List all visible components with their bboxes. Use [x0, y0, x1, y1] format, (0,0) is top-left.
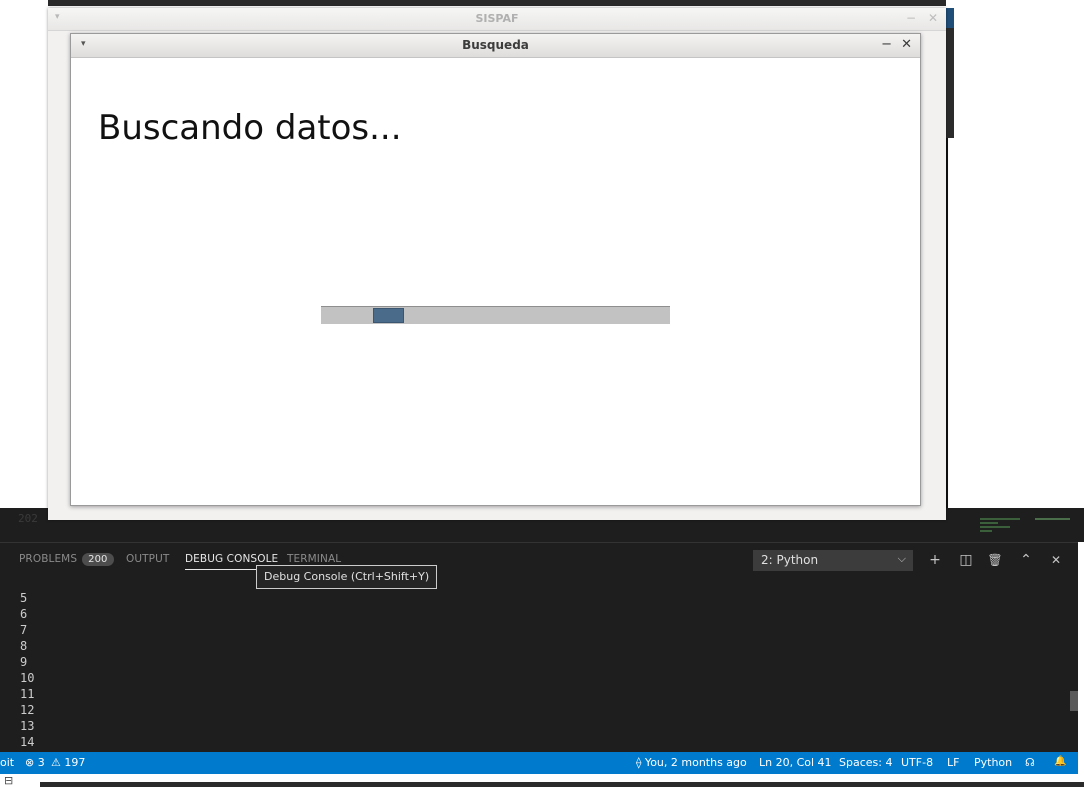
console-line: 10	[20, 671, 35, 685]
trash-icon[interactable]: 🗑	[986, 551, 1004, 569]
taskbar: ⊟	[0, 774, 1084, 787]
status-cursor-position[interactable]: Ln 20, Col 41	[759, 756, 832, 769]
minimize-icon[interactable]: −	[906, 11, 916, 25]
panel-scrollbar[interactable]	[1070, 691, 1078, 711]
console-line: 6	[20, 607, 28, 621]
close-icon[interactable]: ✕	[901, 37, 912, 52]
console-line: 9	[20, 655, 28, 669]
console-line: 14	[20, 735, 35, 749]
status-indentation[interactable]: Spaces: 4	[839, 756, 892, 769]
split-icon[interactable]: ◫	[957, 551, 975, 569]
background-edge	[946, 138, 948, 520]
chevron-up-icon[interactable]: ⌃	[1017, 551, 1035, 569]
problems-count-badge: 200	[82, 553, 114, 566]
terminal-select-value: 2: Python	[761, 553, 819, 567]
editor-line-number: 202	[18, 512, 38, 525]
busqueda-titlebar[interactable]: ▾ Busqueda − ✕	[71, 34, 920, 58]
status-git-blame[interactable]: ⟠ You, 2 months ago	[636, 756, 747, 769]
background-dark-block	[946, 28, 954, 138]
minimap[interactable]	[955, 515, 1075, 543]
console-line: 8	[20, 639, 28, 653]
background-right-area	[946, 0, 1084, 520]
debug-console-tooltip: Debug Console (Ctrl+Shift+Y)	[256, 565, 438, 589]
bell-icon[interactable]: 🔔	[1054, 756, 1066, 767]
status-encoding[interactable]: UTF-8	[901, 756, 933, 769]
tab-output[interactable]: OUTPUT	[126, 553, 169, 565]
close-icon[interactable]: ✕	[1047, 551, 1065, 569]
tab-debug-console[interactable]: DEBUG CONSOLE	[185, 553, 279, 570]
feedback-icon[interactable]: ☊	[1025, 756, 1035, 769]
status-git-branch[interactable]: oit	[0, 756, 14, 769]
status-bar: oit ⊗ 3 ⚠ 197 ⟠ You, 2 months ago Ln 20,…	[0, 752, 1078, 774]
sispaf-titlebar[interactable]: ▾ SISPAF − ✕	[48, 8, 946, 31]
background-titlebar-sliver	[48, 0, 948, 6]
loading-message: Buscando datos...	[98, 108, 402, 148]
console-line: 11	[20, 687, 35, 701]
console-line: 7	[20, 623, 28, 637]
status-eol[interactable]: LF	[947, 756, 959, 769]
status-errors[interactable]: ⊗ 3	[25, 756, 45, 769]
tab-problems-label: PROBLEMS	[19, 553, 78, 565]
taskbar-icon[interactable]: ⊟	[4, 774, 13, 787]
console-line: 13	[20, 719, 35, 733]
bottom-panel: PROBLEMS 200 OUTPUT DEBUG CONSOLE TERMINA…	[0, 542, 1078, 753]
debug-console-output: 5 6 7 8 9 10 11 12 13 14	[20, 590, 34, 750]
sispaf-title: SISPAF	[475, 12, 519, 25]
console-line: 5	[20, 591, 28, 605]
console-line: 12	[20, 703, 35, 717]
progress-bar	[321, 306, 670, 324]
minimize-icon[interactable]: −	[881, 37, 892, 52]
busqueda-dialog: ▾ Busqueda − ✕ Buscando datos...	[70, 33, 921, 506]
close-icon[interactable]: ✕	[928, 11, 938, 25]
plus-icon[interactable]: +	[926, 551, 944, 569]
busqueda-title: Busqueda	[462, 38, 529, 52]
tab-terminal[interactable]: TERMINAL	[287, 553, 341, 565]
tab-problems[interactable]: PROBLEMS 200	[19, 553, 114, 566]
terminal-select[interactable]: 2: Python ⌵	[753, 550, 913, 571]
progress-indicator	[373, 308, 404, 323]
status-warnings[interactable]: ⚠ 197	[51, 756, 85, 769]
background-accent	[946, 8, 954, 28]
taskbar-strip	[40, 782, 1084, 787]
chevron-down-icon: ⌵	[897, 552, 906, 565]
status-language[interactable]: Python	[974, 756, 1012, 769]
